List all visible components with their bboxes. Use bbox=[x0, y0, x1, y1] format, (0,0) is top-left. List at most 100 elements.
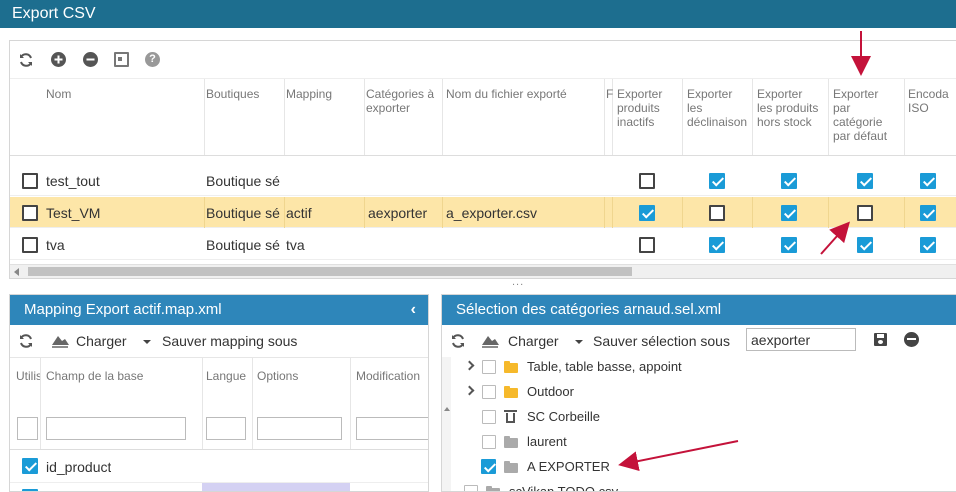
cell-nom: test_tout bbox=[46, 173, 100, 189]
refresh-icon[interactable] bbox=[450, 333, 466, 352]
scrollbar-thumb[interactable] bbox=[28, 267, 632, 276]
tree-item[interactable]: laurent bbox=[464, 432, 944, 454]
export-icon[interactable] bbox=[114, 52, 129, 67]
cb-horsstock[interactable] bbox=[781, 205, 797, 221]
selection-name-input[interactable] bbox=[746, 328, 856, 351]
load-button[interactable]: Charger bbox=[508, 333, 559, 349]
col-header-declinaisons-line3: déclinaison bbox=[687, 115, 748, 129]
load-icon[interactable] bbox=[50, 333, 70, 352]
chevron-down-icon[interactable] bbox=[143, 340, 151, 344]
col-header-horsstock-line3: hors stock bbox=[757, 115, 812, 129]
cb-inactifs[interactable] bbox=[639, 237, 655, 253]
col-header-options[interactable]: Options bbox=[257, 369, 298, 383]
save-selection-button[interactable]: Sauver sélection sous bbox=[593, 333, 730, 349]
col-header-modification[interactable]: Modification bbox=[356, 369, 420, 383]
export-grid: ? Nom Boutiques Mapping Catégories à exp… bbox=[9, 40, 956, 279]
refresh-icon[interactable] bbox=[18, 52, 33, 67]
vertical-scrollbar[interactable] bbox=[442, 357, 451, 491]
row-select-checkbox[interactable] bbox=[22, 173, 38, 189]
expand-chevron-icon[interactable] bbox=[464, 360, 475, 371]
col-header-categories[interactable]: Catégories à exporter bbox=[366, 87, 442, 115]
tree-checkbox[interactable] bbox=[482, 385, 496, 399]
tree-item[interactable]: scVikan TODO.csv bbox=[446, 482, 926, 492]
table-row[interactable]: test_tout Boutique sé bbox=[10, 165, 956, 196]
row-select-checkbox[interactable] bbox=[22, 237, 38, 253]
col-header-champ[interactable]: Champ de la base bbox=[46, 369, 143, 383]
tree-checkbox[interactable] bbox=[481, 459, 496, 474]
cb-declinaisons[interactable] bbox=[709, 205, 725, 221]
filter-langue-input[interactable] bbox=[206, 417, 246, 440]
help-icon[interactable]: ? bbox=[145, 52, 160, 67]
table-row-selected[interactable]: Test_VM Boutique sé actif aexporter a_ex… bbox=[10, 197, 956, 228]
tree-checkbox[interactable] bbox=[482, 360, 496, 374]
cb-iso[interactable] bbox=[920, 173, 936, 189]
col-header-langue[interactable]: Langue bbox=[206, 369, 246, 383]
col-header-inactifs-line1: Exporter bbox=[617, 87, 663, 101]
col-header-fichier[interactable]: Nom du fichier exporté bbox=[446, 87, 567, 101]
cb-declinaisons[interactable] bbox=[709, 173, 725, 189]
mapping-panel-header: Mapping Export actif.map.xml ‹ bbox=[10, 295, 428, 325]
tree-checkbox[interactable] bbox=[482, 435, 496, 449]
col-header-parcat[interactable]: Exporter par catégorie par défaut bbox=[833, 87, 887, 143]
load-icon[interactable] bbox=[480, 333, 500, 352]
cb-inactifs[interactable] bbox=[639, 173, 655, 189]
filter-utilise-input[interactable] bbox=[17, 417, 38, 440]
col-header-nom[interactable]: Nom bbox=[46, 87, 71, 101]
col-header-f[interactable]: F bbox=[606, 87, 613, 101]
highlighted-cell bbox=[202, 483, 350, 491]
horizontal-scrollbar[interactable] bbox=[10, 264, 956, 278]
col-header-horsstock-line2: les produits bbox=[757, 101, 819, 115]
cb-parcat[interactable] bbox=[857, 205, 873, 221]
cb-horsstock[interactable] bbox=[781, 173, 797, 189]
filter-modification-input[interactable] bbox=[356, 417, 428, 440]
cb-inactifs[interactable] bbox=[639, 205, 655, 221]
refresh-icon[interactable] bbox=[18, 333, 34, 352]
col-header-boutiques[interactable]: Boutiques bbox=[206, 87, 259, 101]
tree-item[interactable]: SC Corbeille bbox=[464, 407, 944, 429]
save-icon[interactable] bbox=[874, 333, 887, 346]
folder-gray-icon bbox=[504, 461, 518, 473]
folder-icon bbox=[504, 361, 518, 373]
expand-chevron-icon[interactable] bbox=[464, 385, 475, 396]
filter-champ-input[interactable] bbox=[46, 417, 186, 440]
add-icon[interactable] bbox=[51, 52, 66, 67]
col-header-declinaisons[interactable]: Exporter les déclinaison bbox=[687, 87, 753, 129]
load-button[interactable]: Charger bbox=[76, 333, 127, 349]
cell-boutiques: Boutique sé bbox=[206, 205, 280, 221]
chevron-down-icon[interactable] bbox=[575, 340, 583, 344]
trash-icon bbox=[504, 410, 517, 423]
cell-mapping: actif bbox=[286, 205, 312, 221]
cb-parcat[interactable] bbox=[857, 173, 873, 189]
row-select-checkbox[interactable] bbox=[22, 205, 38, 221]
scroll-left-arrow[interactable] bbox=[14, 268, 19, 276]
categories-panel-header: Sélection des catégories arnaud.sel.xml bbox=[442, 295, 956, 325]
col-header-inactifs[interactable]: Exporter produits inactifs bbox=[617, 87, 662, 129]
cb-horsstock[interactable] bbox=[781, 237, 797, 253]
cb-parcat[interactable] bbox=[857, 237, 873, 253]
tree-item[interactable]: A EXPORTER bbox=[464, 457, 944, 479]
col-header-parcat-line2: par bbox=[833, 101, 851, 115]
tree-checkbox[interactable] bbox=[464, 485, 478, 491]
splitter-handle[interactable]: ... bbox=[512, 276, 524, 288]
cb-iso[interactable] bbox=[920, 237, 936, 253]
remove-icon[interactable] bbox=[83, 52, 98, 67]
tree-item[interactable]: Outdoor bbox=[464, 382, 944, 404]
table-row[interactable]: tva Boutique sé tva bbox=[10, 229, 956, 260]
tree-label: Outdoor bbox=[527, 384, 574, 399]
cb-declinaisons[interactable] bbox=[709, 237, 725, 253]
chevron-left-icon[interactable]: ‹ bbox=[411, 295, 416, 325]
tree-checkbox[interactable] bbox=[482, 410, 496, 424]
folder-icon bbox=[504, 386, 518, 398]
cb-iso[interactable] bbox=[920, 205, 936, 221]
remove-icon[interactable] bbox=[904, 332, 919, 347]
save-mapping-button[interactable]: Sauver mapping sous bbox=[162, 333, 297, 349]
col-header-horsstock[interactable]: Exporter les produits hors stock bbox=[757, 87, 818, 129]
tree-label: scVikan TODO.csv bbox=[509, 484, 619, 492]
col-header-mapping[interactable]: Mapping bbox=[286, 87, 332, 101]
col-header-utilise[interactable]: Utilis bbox=[16, 369, 40, 383]
field-use-checkbox[interactable] bbox=[22, 458, 38, 474]
col-header-iso[interactable]: Encoda ISO bbox=[908, 87, 956, 115]
tree-item[interactable]: Table, table basse, appoint bbox=[464, 357, 944, 379]
tree-label: laurent bbox=[527, 434, 567, 449]
filter-options-input[interactable] bbox=[257, 417, 342, 440]
